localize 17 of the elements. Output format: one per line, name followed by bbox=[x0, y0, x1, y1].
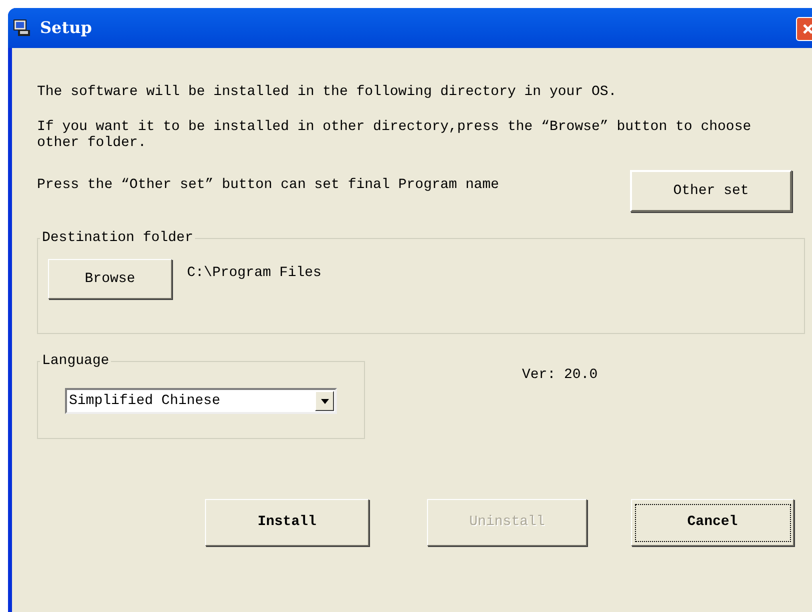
browse-button[interactable]: Browse bbox=[48, 259, 172, 299]
window-title: Setup bbox=[40, 17, 92, 39]
dialog-button[interactable]: Cancel bbox=[631, 499, 794, 546]
group-legend: Destination folder bbox=[40, 228, 196, 249]
group-legend: Language bbox=[40, 351, 112, 372]
dialog-button[interactable]: Install bbox=[205, 499, 369, 546]
close-icon bbox=[802, 23, 812, 35]
version-text: Ver: 20.0 bbox=[522, 366, 598, 385]
language-dropdown[interactable]: Simplified Chinese bbox=[65, 388, 337, 414]
other-set-text: Press the “Other set” button can set final Program name bbox=[37, 176, 500, 194]
folder-path: C:\Program Files bbox=[187, 264, 322, 283]
intro-text: If you want it to be installed in other directory,press the “Browse” button to choose other folder. bbox=[37, 119, 752, 151]
computer-icon bbox=[12, 18, 32, 38]
caret-icon bbox=[320, 398, 328, 404]
dropdown-button[interactable] bbox=[315, 391, 334, 411]
intro-text: The software will be installed in the following directory in your OS. bbox=[37, 84, 618, 101]
other-set-button[interactable]: Other set bbox=[630, 170, 792, 212]
